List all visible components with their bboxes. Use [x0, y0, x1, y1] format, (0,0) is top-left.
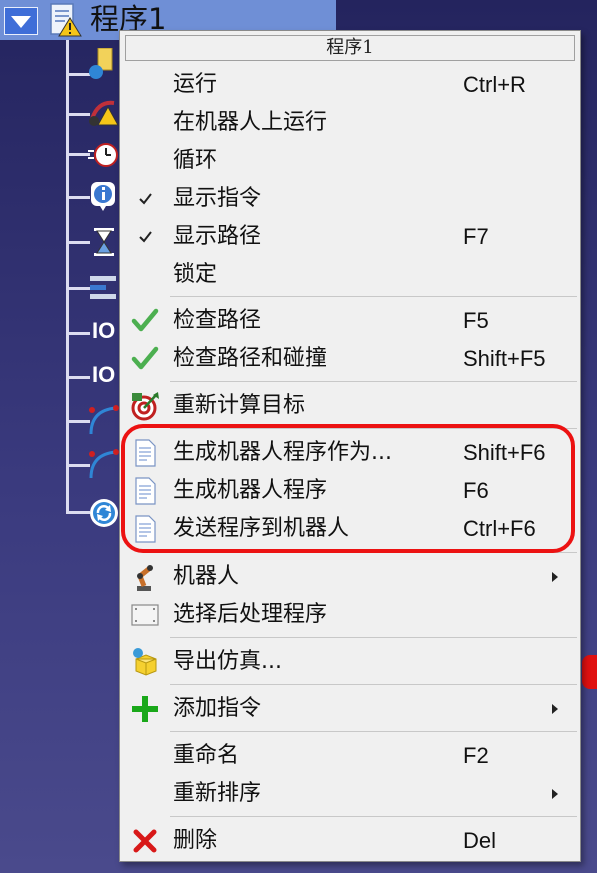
menu-item-shortcut: Ctrl+R — [463, 72, 526, 97]
tree-branch — [66, 376, 90, 379]
tool-change-icon[interactable] — [88, 48, 120, 80]
recalculate-target-icon — [131, 392, 159, 421]
tree-branch — [66, 241, 90, 244]
io-icon[interactable]: IO — [92, 362, 115, 388]
menu-item-label: 添加指令 — [173, 696, 262, 721]
post-processor-icon — [131, 604, 159, 626]
menu-title: 程序1 — [125, 35, 575, 61]
menu-separator — [170, 296, 577, 297]
menu-item-label: 导出仿真... — [173, 649, 282, 674]
export-box-icon — [133, 648, 157, 676]
hourglass-icon[interactable] — [88, 226, 120, 258]
tree-branch — [66, 287, 90, 290]
menu-item-check-path-collision[interactable]: 检查路径和碰撞 Shift+F5 — [120, 341, 580, 377]
menu-item-export-simulation[interactable]: 导出仿真... — [120, 644, 580, 680]
menu-item-label: 重命名 — [173, 743, 240, 768]
move-arc-icon[interactable] — [88, 404, 120, 436]
menu-separator — [170, 381, 577, 382]
menu-item-label: 在机器人上运行 — [173, 110, 328, 135]
menu-separator — [170, 637, 577, 638]
menu-item-recalculate-targets[interactable]: 重新计算目标 — [120, 388, 580, 424]
menu-item-reorder[interactable]: 重新排序 — [120, 776, 580, 812]
menu-item-label: 选择后处理程序 — [173, 602, 328, 627]
menu-separator — [170, 731, 577, 732]
green-check-icon — [131, 308, 159, 332]
checkmark-icon — [139, 193, 152, 205]
checkmark-icon — [139, 231, 152, 243]
menu-item-shortcut: Shift+F5 — [463, 346, 546, 371]
menu-item-check-path[interactable]: 检查路径 F5 — [120, 303, 580, 339]
menu-item-label: 机器人 — [173, 564, 240, 589]
menu-item-label: 重新计算目标 — [173, 393, 306, 418]
triangle-down-icon — [11, 16, 31, 28]
menu-item-shortcut: Del — [463, 828, 497, 853]
menu-item-label: 运行 — [173, 72, 218, 97]
robot-warning-icon[interactable] — [88, 95, 120, 127]
move-arc-icon[interactable] — [88, 448, 120, 480]
submenu-arrow-icon — [552, 704, 558, 714]
timer-icon[interactable] — [88, 138, 120, 170]
menu-item-robot[interactable]: 机器人 — [120, 559, 580, 595]
tree-branch — [66, 196, 90, 199]
menu-item-delete[interactable]: 删除 Del — [120, 823, 580, 859]
submenu-arrow-icon — [552, 572, 558, 582]
program-warning-icon — [50, 3, 82, 37]
menu-item-label: 显示路径 — [173, 224, 262, 249]
collapse-toggle[interactable] — [4, 7, 38, 35]
info-icon[interactable] — [88, 180, 120, 212]
refresh-icon[interactable] — [88, 497, 120, 529]
menu-item-label: 显示指令 — [173, 186, 262, 211]
menu-item-label: 检查路径 — [173, 308, 262, 333]
robot-arm-icon — [137, 565, 153, 591]
menu-item-shortcut: F5 — [463, 308, 489, 333]
menu-item-select-post-processor[interactable]: 选择后处理程序 — [120, 597, 580, 633]
menu-separator — [170, 816, 577, 817]
menu-item-label: 锁定 — [173, 262, 218, 287]
submenu-arrow-icon — [552, 789, 558, 799]
red-marker — [582, 655, 597, 689]
tree-branch — [66, 511, 90, 514]
menu-item-label: 检查路径和碰撞 — [173, 346, 328, 371]
green-plus-icon — [132, 696, 158, 722]
io-icon[interactable]: IO — [92, 318, 115, 344]
menu-item-label: 循环 — [173, 148, 218, 173]
red-x-icon — [133, 829, 157, 853]
menu-item-show-path[interactable]: 显示路径 F7 — [120, 219, 580, 255]
tree-trunk-line — [66, 40, 69, 512]
menu-item-label: 删除 — [173, 828, 218, 853]
menu-item-shortcut: F7 — [463, 224, 489, 249]
tree-branch — [66, 464, 90, 467]
menu-item-label: 重新排序 — [173, 781, 262, 806]
green-check-icon — [131, 346, 159, 370]
menu-item-show-instructions[interactable]: 显示指令 — [120, 181, 580, 217]
tree-branch — [66, 113, 90, 116]
tree-branch — [66, 153, 90, 156]
program-call-icon[interactable] — [88, 272, 120, 304]
menu-item-run-on-robot[interactable]: 在机器人上运行 — [120, 105, 580, 141]
highlight-annotation — [121, 424, 575, 553]
menu-item-shortcut: F2 — [463, 743, 489, 768]
menu-item-run[interactable]: 运行 Ctrl+R — [120, 67, 580, 103]
menu-separator — [170, 684, 577, 685]
menu-item-rename[interactable]: 重命名 F2 — [120, 738, 580, 774]
menu-item-loop[interactable]: 循环 — [120, 143, 580, 179]
menu-item-lock[interactable]: 锁定 — [120, 257, 580, 293]
tree-branch — [66, 420, 90, 423]
tree-branch — [66, 73, 90, 76]
tree-branch — [66, 332, 90, 335]
menu-item-add-instruction[interactable]: 添加指令 — [120, 691, 580, 727]
